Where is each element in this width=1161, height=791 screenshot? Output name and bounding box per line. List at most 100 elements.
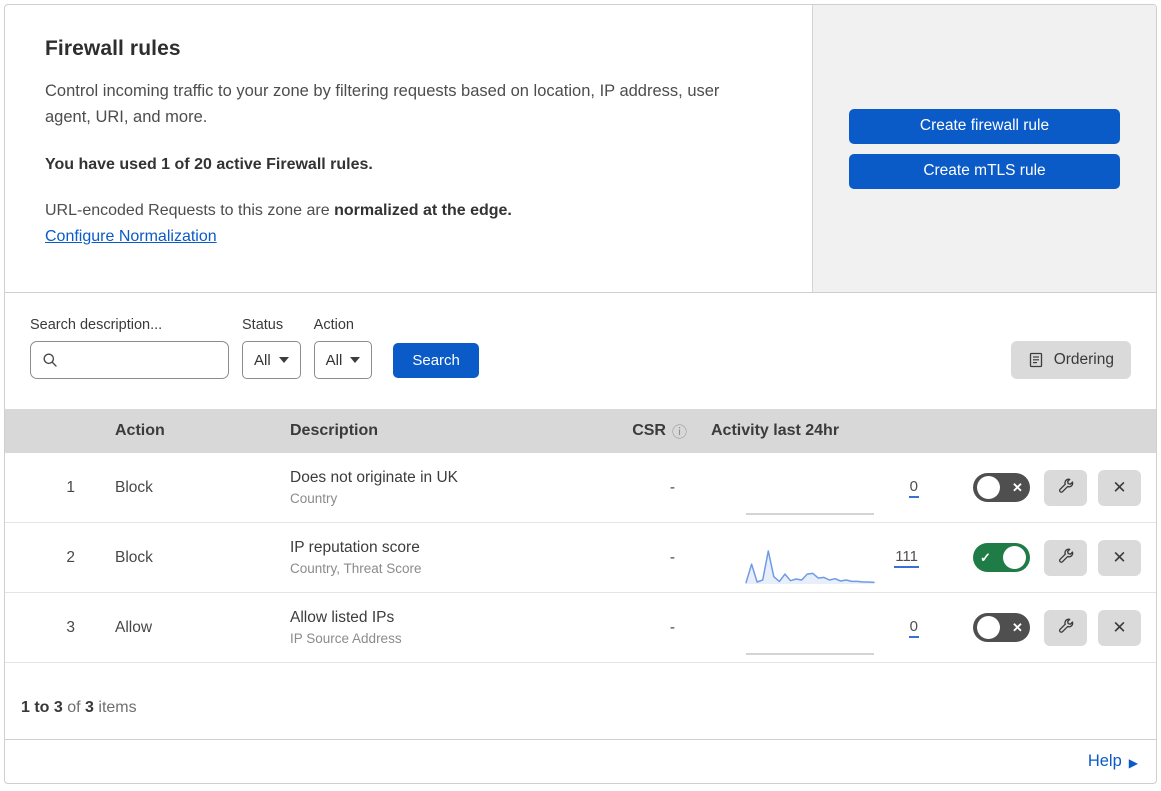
usage-summary: You have used 1 of 20 active Firewall ru… (45, 156, 373, 174)
rule-description-cell: IP reputation score Country, Threat Scor… (258, 539, 593, 576)
description-column-header: Description (290, 422, 379, 439)
info-icon[interactable]: ⓘ (672, 421, 687, 442)
rule-controls: ✓ ✕ ✕ (925, 469, 1156, 506)
wrench-icon (1056, 618, 1075, 637)
intro-text-block: Firewall rules Control incoming traffic … (5, 5, 812, 292)
close-icon: ✕ (1112, 617, 1127, 637)
rule-controls: ✓ ✕ ✕ (925, 539, 1156, 576)
rule-activity-cell: 0 (695, 453, 925, 522)
action-value: All (325, 351, 343, 369)
ordering-label: Ordering (1053, 351, 1114, 368)
rules-table: Action Description CSR ⓘ Activity last 2… (5, 409, 1156, 663)
rule-description-cell: Does not originate in UK Country (258, 469, 593, 506)
csr-label: CSR (632, 422, 666, 439)
rule-description: IP reputation score (290, 539, 420, 556)
rule-enabled-toggle[interactable]: ✓ ✕ (973, 543, 1030, 572)
wrench-icon (1056, 478, 1075, 497)
rule-controls: ✓ ✕ ✕ (925, 609, 1156, 646)
table-header-row: Action Description CSR ⓘ Activity last 2… (5, 409, 1156, 453)
delete-rule-button[interactable]: ✕ (1098, 539, 1141, 576)
activity-count-link[interactable]: 0 (908, 478, 919, 498)
rule-description: Allow listed IPs (290, 609, 395, 626)
items-range: 1 to 3 (21, 699, 63, 716)
rule-priority: 3 (66, 618, 75, 636)
action-filter-group: Action All (313, 317, 373, 379)
wrench-icon (1056, 548, 1075, 567)
edit-rule-button[interactable] (1044, 469, 1087, 506)
rule-description: Does not originate in UK (290, 469, 459, 486)
status-dropdown[interactable]: All (242, 341, 301, 379)
rule-priority: 1 (66, 478, 75, 496)
chevron-down-icon (350, 357, 361, 363)
rule-csr-value: - (669, 548, 675, 566)
toggle-knob (1003, 546, 1026, 569)
action-column-header: Action (115, 422, 165, 439)
activity-sparkline (745, 544, 875, 586)
ordering-list-icon (1028, 352, 1044, 368)
rule-priority: 2 (66, 548, 75, 566)
configure-normalization-link[interactable]: Configure Normalization (45, 228, 217, 245)
items-total: 3 (85, 699, 94, 716)
toggle-knob (977, 476, 1000, 499)
rule-fields: Country (290, 491, 338, 506)
action-label: Action (313, 317, 354, 333)
rule-enabled-toggle[interactable]: ✓ ✕ (973, 473, 1030, 502)
table-row: 2 Block IP reputation score Country, Thr… (5, 523, 1156, 593)
normalization-text: URL-encoded Requests to this zone are (45, 202, 335, 220)
search-box[interactable] (30, 341, 229, 379)
search-label: Search description... (30, 317, 163, 333)
activity-column-header: Activity last 24hr (711, 422, 840, 439)
chevron-down-icon (278, 357, 289, 363)
rule-action: Allow (115, 618, 153, 636)
edit-rule-button[interactable] (1044, 609, 1087, 646)
help-bar: Help ▶ (5, 739, 1156, 783)
check-icon: ✓ (980, 550, 991, 565)
ordering-button[interactable]: Ordering (1010, 341, 1131, 379)
activity-count-link[interactable]: 111 (894, 548, 919, 568)
status-filter-group: Status All (242, 317, 301, 379)
items-label: items (93, 699, 137, 716)
page-description: Control incoming traffic to your zone by… (45, 82, 720, 126)
edit-rule-button[interactable] (1044, 539, 1087, 576)
rule-action: Block (115, 478, 153, 496)
close-icon: ✕ (1112, 477, 1127, 497)
actions-panel: Create firewall rule Create mTLS rule (812, 5, 1156, 292)
activity-count-link[interactable]: 0 (908, 618, 919, 638)
rule-csr-value: - (669, 618, 675, 636)
activity-sparkline (745, 474, 875, 516)
pagination-summary: 1 to 3 of 3 items (5, 663, 1156, 739)
items-of-text: of (62, 699, 86, 716)
firewall-rules-page: Firewall rules Control incoming traffic … (4, 4, 1157, 784)
status-value: All (254, 351, 271, 369)
toggle-knob (977, 616, 1000, 639)
search-icon (42, 352, 58, 368)
search-group: Search description... (30, 317, 229, 379)
delete-rule-button[interactable]: ✕ (1098, 609, 1141, 646)
rule-activity-cell: 111 (695, 523, 925, 592)
rule-description-cell: Allow listed IPs IP Source Address (258, 609, 593, 646)
rule-csr-value: - (669, 478, 675, 496)
intro-section: Firewall rules Control incoming traffic … (5, 5, 1156, 293)
close-icon: ✕ (1112, 547, 1127, 567)
create-firewall-rule-button[interactable]: Create firewall rule (849, 108, 1120, 144)
rule-fields: Country, Threat Score (290, 561, 422, 576)
action-dropdown[interactable]: All (313, 341, 373, 379)
activity-sparkline (745, 614, 875, 656)
cross-icon: ✕ (1012, 620, 1023, 635)
table-row: 3 Allow Allow listed IPs IP Source Addre… (5, 593, 1156, 663)
delete-rule-button[interactable]: ✕ (1098, 469, 1141, 506)
csr-column-header: CSR ⓘ (593, 421, 695, 442)
help-label: Help (1087, 752, 1122, 770)
rule-enabled-toggle[interactable]: ✓ ✕ (973, 613, 1030, 642)
create-mtls-rule-button[interactable]: Create mTLS rule (849, 153, 1120, 189)
normalization-bold: normalized at the edge. (334, 202, 512, 220)
arrow-right-icon: ▶ (1128, 755, 1138, 770)
rule-action: Block (115, 548, 153, 566)
search-input[interactable] (65, 350, 217, 370)
normalization-note: URL-encoded Requests to this zone are no… (45, 202, 772, 220)
help-link[interactable]: Help ▶ (1088, 752, 1138, 771)
filter-bar: Search description... Status All Action … (5, 293, 1156, 409)
page-title: Firewall rules (45, 37, 181, 60)
search-button[interactable]: Search (393, 343, 479, 378)
rule-fields: IP Source Address (290, 631, 402, 646)
